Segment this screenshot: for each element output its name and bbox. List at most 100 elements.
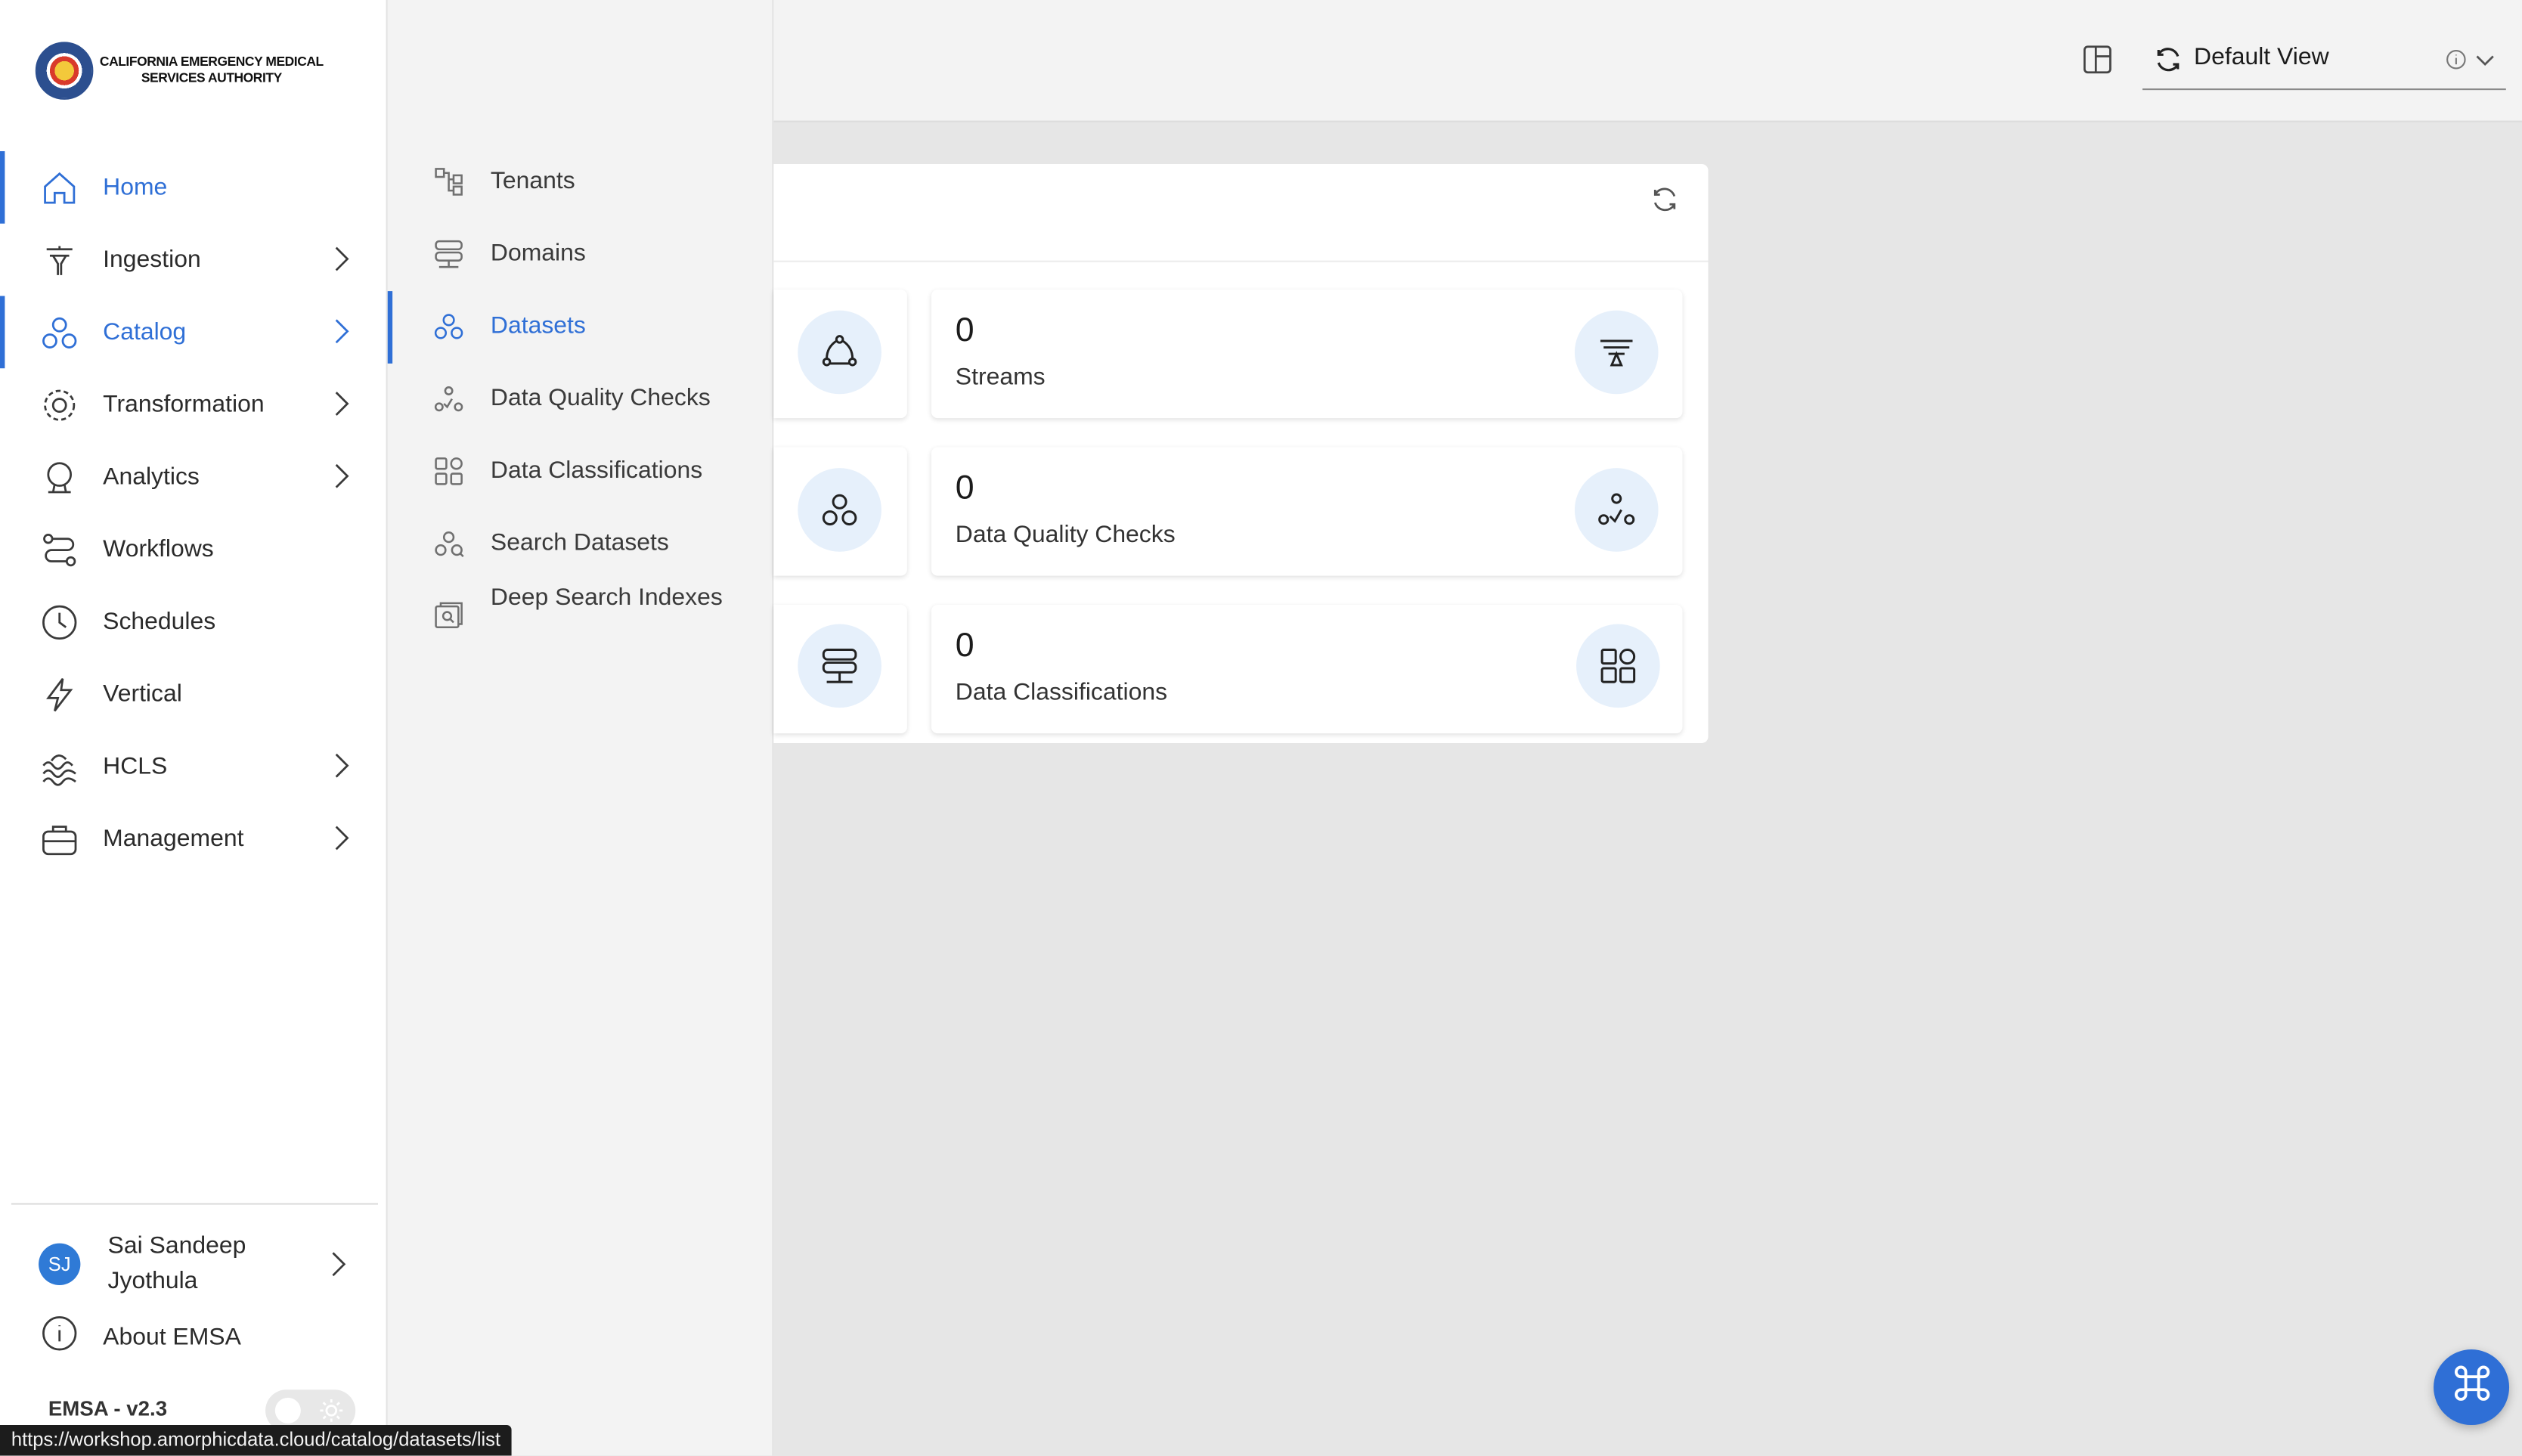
sidebar-item-label: Schedules — [103, 608, 216, 636]
waves-icon — [39, 745, 80, 787]
summary-tile-data-quality-checks[interactable]: 0 Data Quality Checks — [931, 447, 1683, 576]
summary-tile-partial[interactable] — [773, 289, 907, 419]
submenu-item-tenants[interactable]: Tenants — [388, 164, 772, 200]
about-label: About EMSA — [103, 1324, 241, 1352]
sidebar-item-label: Management — [103, 825, 244, 853]
layout-toggle-icon[interactable] — [2080, 42, 2115, 77]
brand-logo[interactable]: CALIFORNIA EMERGENCY MEDICAL SERVICES AU… — [35, 42, 324, 100]
view-selector[interactable]: Default View — [2142, 33, 2506, 91]
tile-count: 0 — [955, 627, 974, 664]
about-link[interactable]: About EMSA — [39, 1312, 241, 1362]
submenu-item-label: Deep Search Indexes — [490, 584, 723, 612]
chevron-right-icon — [325, 315, 358, 348]
sidebar-item-home[interactable]: Home — [0, 150, 386, 224]
funnel-icon — [39, 239, 80, 280]
chevron-down-icon[interactable] — [2472, 47, 2498, 73]
summary-tile-data-classifications[interactable]: 0 Data Classifications — [931, 604, 1683, 734]
sidebar-item-ingestion[interactable]: Ingestion — [0, 224, 386, 296]
info-icon[interactable] — [2445, 48, 2468, 71]
sidebar-item-schedules[interactable]: Schedules — [0, 585, 386, 658]
sidebar-item-label: Workflows — [103, 535, 214, 563]
submenu-item-deep-search-indexes[interactable]: Deep Search Indexes — [388, 581, 772, 629]
quality-icon — [1574, 468, 1659, 552]
user-name: Sai Sandeep Jyothula — [107, 1231, 246, 1295]
sidebar-item-transformation[interactable]: Transformation — [0, 368, 386, 441]
submenu-item-domains[interactable]: Domains — [388, 237, 772, 272]
chevron-right-icon — [325, 243, 358, 275]
catalog-summary-card: 0 Streams 0 Data Quality Checks 0 Data C… — [773, 164, 1709, 743]
domains-icon — [431, 237, 466, 272]
emsa-seal-icon — [35, 42, 94, 100]
quality-icon — [431, 381, 466, 417]
summary-tile-partial[interactable] — [773, 604, 907, 734]
streams-icon — [1574, 310, 1659, 395]
submenu-item-data-classifications[interactable]: Data Classifications — [388, 454, 772, 489]
avatar: SJ — [39, 1243, 81, 1285]
view-selected-value: Default View — [2194, 43, 2329, 71]
top-bar: Default View — [773, 0, 2522, 122]
submenu-item-data-quality-checks[interactable]: Data Quality Checks — [388, 381, 772, 417]
sidebar-item-catalog[interactable]: Catalog — [0, 296, 386, 369]
submenu-item-label: Datasets — [490, 311, 586, 339]
submenu-item-search-datasets[interactable]: Search Datasets — [388, 526, 772, 562]
info-icon — [39, 1312, 80, 1362]
submenu-item-label: Search Datasets — [490, 528, 669, 557]
submenu-item-label: Tenants — [490, 167, 575, 195]
search-datasets-icon — [431, 526, 466, 562]
summary-tile-partial[interactable] — [773, 447, 907, 576]
chevron-right-icon — [325, 749, 358, 782]
catalog-icon — [39, 311, 80, 353]
briefcase-icon — [39, 818, 80, 860]
sidebar-item-label: Transformation — [103, 391, 265, 419]
command-palette-button[interactable] — [2434, 1349, 2510, 1426]
tile-count: 0 — [955, 311, 974, 349]
sidebar-item-workflows[interactable]: Workflows — [0, 513, 386, 586]
user-profile[interactable]: SJ Sai Sandeep Jyothula — [39, 1225, 376, 1303]
sidebar-item-label: Vertical — [103, 680, 182, 708]
sidebar-item-label: Analytics — [103, 463, 200, 491]
link-status-url: https://workshop.amorphicdata.cloud/cata… — [0, 1425, 512, 1456]
analytics-icon — [39, 456, 80, 497]
sidebar-item-management[interactable]: Management — [0, 803, 386, 875]
sidebar-item-analytics[interactable]: Analytics — [0, 441, 386, 513]
tile-label: Data Quality Checks — [955, 521, 1176, 549]
sidebar-item-label: Home — [103, 173, 168, 201]
sidebar-item-vertical[interactable]: Vertical — [0, 658, 386, 730]
submenu-item-label: Data Quality Checks — [490, 384, 711, 412]
sidebar-item-label: HCLS — [103, 752, 168, 780]
summary-tile-streams[interactable]: 0 Streams — [931, 289, 1683, 419]
toggle-knob — [274, 1397, 301, 1423]
sun-icon — [318, 1398, 344, 1423]
sidebar-item-label: Catalog — [103, 318, 187, 346]
tenants-icon — [431, 164, 466, 200]
classifications-icon — [1576, 624, 1660, 708]
submenu-item-datasets[interactable]: Datasets — [387, 291, 772, 364]
catalog-submenu: Tenants Domains Datasets Data Quality Ch… — [387, 0, 774, 1456]
datasets-icon — [798, 468, 881, 552]
refresh-icon[interactable] — [1649, 184, 1681, 216]
tile-count: 0 — [955, 469, 974, 507]
deep-search-icon — [431, 598, 466, 634]
tile-label: Data Classifications — [955, 678, 1168, 707]
sidebar-item-label: Ingestion — [103, 246, 201, 274]
submenu-item-label: Data Classifications — [490, 457, 703, 485]
sidebar-item-hcls[interactable]: HCLS — [0, 730, 386, 803]
brand-line-2: SERVICES AUTHORITY — [141, 70, 282, 85]
datasets-icon — [431, 308, 466, 344]
sidebar-divider — [11, 1203, 378, 1205]
chevron-right-icon — [325, 460, 358, 492]
classifications-icon — [431, 454, 466, 489]
main-nav: Home Ingestion Catalog Transformation An… — [0, 150, 386, 875]
workflow-icon — [39, 528, 80, 570]
cycle-icon — [798, 310, 881, 395]
gear-icon — [39, 383, 80, 425]
domains-icon — [798, 624, 881, 708]
clock-icon — [39, 601, 80, 643]
chevron-right-icon — [325, 388, 358, 420]
app-root: CALIFORNIA EMERGENCY MEDICAL SERVICES AU… — [0, 0, 2522, 1456]
brand-line-1: CALIFORNIA EMERGENCY MEDICAL — [99, 54, 324, 70]
tile-label: Streams — [955, 363, 1046, 392]
chevron-right-icon — [325, 822, 358, 854]
submenu-item-label: Domains — [490, 240, 586, 268]
chevron-right-icon — [322, 1248, 355, 1281]
